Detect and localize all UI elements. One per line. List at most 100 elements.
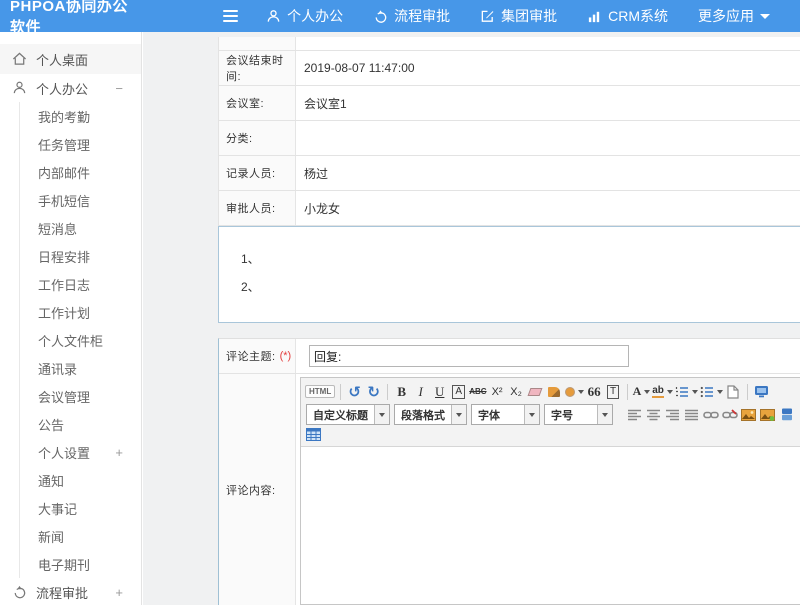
insert-image-button[interactable] xyxy=(740,405,757,424)
unordered-list-icon xyxy=(700,386,714,398)
font-color-button[interactable]: A xyxy=(633,382,651,401)
image-plus-icon xyxy=(760,409,775,421)
flow-cycle-icon xyxy=(373,9,388,24)
sidebar-item-news[interactable]: 新闻 xyxy=(0,522,141,550)
table-row-approver: 审批人员: 小龙女 xyxy=(219,191,800,226)
field-label: 分类: xyxy=(219,121,296,155)
sidebar-item-personal-desktop[interactable]: 个人桌面 xyxy=(0,44,141,74)
ordered-list-button[interactable] xyxy=(675,382,698,401)
nav-group-approval[interactable]: 集团审批 xyxy=(480,6,557,26)
superscript-button[interactable]: X² xyxy=(489,382,506,401)
align-justify-button[interactable] xyxy=(683,405,700,424)
insert-table-button[interactable] xyxy=(305,425,322,444)
toolbar-row-3 xyxy=(304,426,797,443)
field-value xyxy=(296,121,800,155)
field-value: 杨过 xyxy=(296,156,800,190)
meeting-content-box: 1、 2、 xyxy=(218,226,800,323)
blockquote-button[interactable]: 66 xyxy=(586,382,603,401)
collapse-toggle[interactable]: − xyxy=(115,81,123,96)
eraser-icon xyxy=(528,388,543,396)
table-row-meeting-room: 会议室: 会议室1 xyxy=(219,86,800,121)
insert-media-button[interactable] xyxy=(778,405,795,424)
font-size-dropdown[interactable]: 字号 xyxy=(544,404,613,425)
sidebar-item-contacts[interactable]: 通讯录 xyxy=(0,354,141,382)
font-style-button[interactable]: A xyxy=(452,385,465,399)
sidebar-item-meeting-management[interactable]: 会议管理 xyxy=(0,382,141,410)
strikethrough-button[interactable]: ABC xyxy=(469,382,486,401)
field-value: 小龙女 xyxy=(296,191,800,225)
nav-personal-office[interactable]: 个人办公 xyxy=(266,6,343,26)
paragraph-format-dropdown[interactable]: 段落格式 xyxy=(394,404,467,425)
edit-square-icon xyxy=(480,9,495,24)
new-document-button[interactable] xyxy=(725,382,742,401)
nav-label: 流程审批 xyxy=(394,6,450,26)
table-row-end-time: 会议结束时间: 2019-08-07 11:47:00 xyxy=(219,51,800,86)
sidebar-item-internal-mail[interactable]: 内部邮件 xyxy=(0,158,141,186)
rich-text-editor: HTML ↺ ↻ B I U A ABC X² X₂ xyxy=(300,377,800,605)
chevron-down-icon xyxy=(597,405,612,424)
sidebar-item-personal-files[interactable]: 个人文件柜 xyxy=(0,326,141,354)
sidebar-item-personal-settings[interactable]: 个人设置+ xyxy=(0,438,141,466)
nav-workflow-approval[interactable]: 流程审批 xyxy=(373,6,450,26)
sidebar-item-sms[interactable]: 手机短信 xyxy=(0,186,141,214)
sidebar-item-major-events[interactable]: 大事记 xyxy=(0,494,141,522)
insert-link-button[interactable] xyxy=(702,405,719,424)
sidebar-item-announcement[interactable]: 公告 xyxy=(0,410,141,438)
unordered-list-button[interactable] xyxy=(700,382,723,401)
comment-form-table: 评论主题: (*) 评论内容: HTML ↺ ↻ xyxy=(218,338,800,605)
flow-cycle-icon xyxy=(12,585,27,600)
align-left-icon xyxy=(628,409,642,421)
sidebar-item-task-management[interactable]: 任务管理 xyxy=(0,130,141,158)
sidebar-item-personal-office[interactable]: 个人办公 − xyxy=(0,74,141,102)
sidebar-item-workflow-approval[interactable]: 流程审批 + xyxy=(0,578,141,605)
expand-toggle[interactable]: + xyxy=(115,445,123,460)
subscript-button[interactable]: X₂ xyxy=(508,382,525,401)
sidebar-subgroup-personal-office: 我的考勤 任务管理 内部邮件 手机短信 短消息 日程安排 工作日志 工作计划 个… xyxy=(0,102,141,578)
field-label: 会议室: xyxy=(219,86,296,120)
palette-icon xyxy=(565,387,575,397)
underline-button[interactable]: U xyxy=(431,382,448,401)
insert-image-alt-button[interactable] xyxy=(759,405,776,424)
chevron-down-icon xyxy=(667,390,673,394)
sidebar-item-work-log[interactable]: 工作日志 xyxy=(0,270,141,298)
undo-button[interactable]: ↺ xyxy=(346,382,363,401)
nav-more-apps[interactable]: 更多应用 xyxy=(698,6,770,26)
redo-button[interactable]: ↻ xyxy=(365,382,382,401)
remove-link-button[interactable] xyxy=(721,405,738,424)
nav-crm-system[interactable]: CRM系统 xyxy=(587,6,668,26)
bold-button[interactable]: B xyxy=(393,382,410,401)
top-nav: 个人办公 流程审批 集团审批 CRM系统 更多应用 xyxy=(266,6,800,26)
brush-icon xyxy=(548,387,560,397)
field-label: 会议结束时间: xyxy=(219,51,296,85)
hamburger-menu-icon[interactable] xyxy=(223,10,238,22)
comment-subject-row: 评论主题: (*) xyxy=(219,339,800,374)
sidebar-item-work-plan[interactable]: 工作计划 xyxy=(0,298,141,326)
sidebar-item-my-attendance[interactable]: 我的考勤 xyxy=(0,102,141,130)
home-icon xyxy=(12,52,27,67)
align-right-button[interactable] xyxy=(664,405,681,424)
eraser-button[interactable] xyxy=(527,382,544,401)
chevron-down-icon xyxy=(644,390,650,394)
editor-content-area[interactable] xyxy=(301,447,800,604)
expand-toggle[interactable]: + xyxy=(115,585,123,600)
html-source-button[interactable]: HTML xyxy=(305,385,335,398)
font-family-dropdown[interactable]: 字体 xyxy=(471,404,540,425)
custom-heading-dropdown[interactable]: 自定义标题 xyxy=(306,404,390,425)
highlight-color-button[interactable]: ab xyxy=(652,382,673,401)
align-left-button[interactable] xyxy=(626,405,643,424)
sidebar-item-notice[interactable]: 通知 xyxy=(0,466,141,494)
link-icon xyxy=(703,410,719,420)
comment-subject-input[interactable] xyxy=(309,345,629,367)
sidebar-item-e-journal[interactable]: 电子期刊 xyxy=(0,550,141,578)
fullscreen-button[interactable] xyxy=(753,382,770,401)
paste-from-word-button[interactable]: T xyxy=(607,385,619,399)
format-painter-button[interactable] xyxy=(546,382,563,401)
sidebar-item-schedule[interactable]: 日程安排 xyxy=(0,242,141,270)
field-value: 2019-08-07 11:47:00 xyxy=(296,51,800,85)
sidebar-item-short-message[interactable]: 短消息 xyxy=(0,214,141,242)
italic-button[interactable]: I xyxy=(412,382,429,401)
comment-content-label: 评论内容: xyxy=(219,374,296,605)
align-center-button[interactable] xyxy=(645,405,662,424)
main-content: 会议结束时间: 2019-08-07 11:47:00 会议室: 会议室1 分类… xyxy=(143,32,800,605)
color-palette-button[interactable] xyxy=(565,382,584,401)
